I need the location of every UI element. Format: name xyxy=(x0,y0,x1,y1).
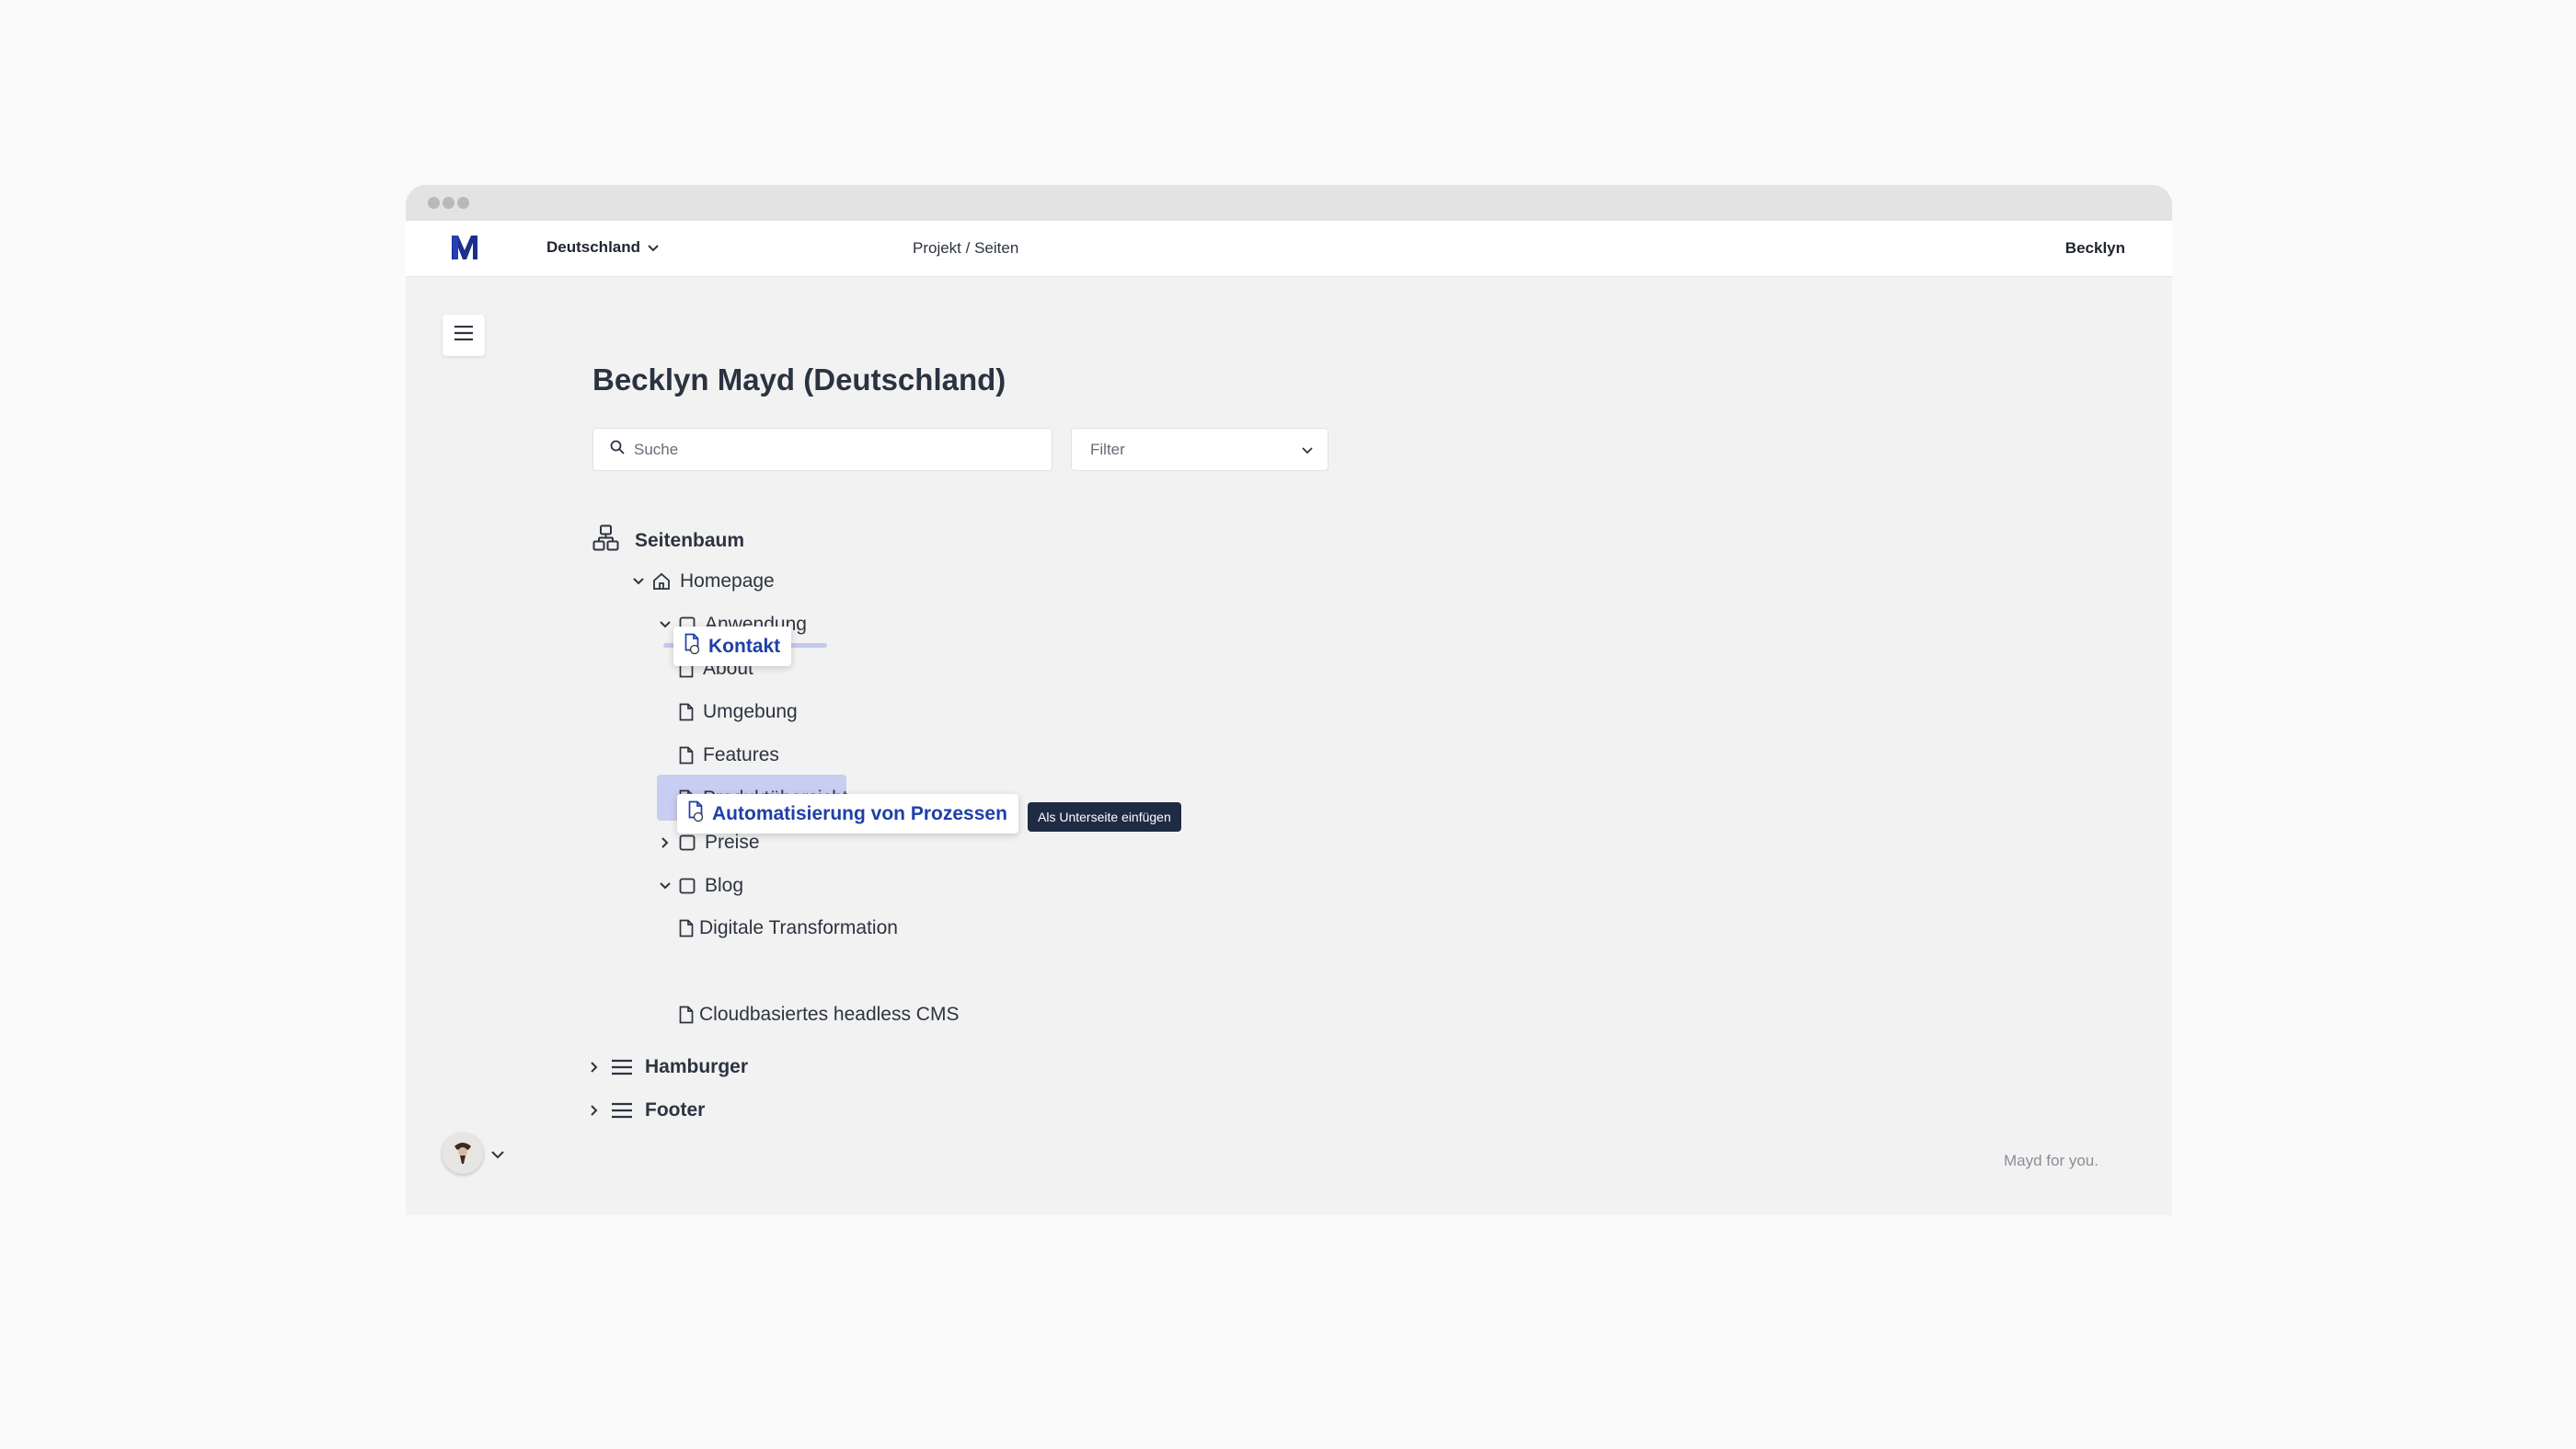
chevron-down-icon[interactable] xyxy=(657,621,673,628)
chevron-down-icon xyxy=(1302,441,1313,459)
chevron-down-icon[interactable] xyxy=(657,882,673,890)
window-titlebar xyxy=(406,185,2172,221)
tree-item-label: Digitale Transformation xyxy=(699,917,898,938)
country-selector[interactable]: Deutschland xyxy=(546,238,659,257)
page-tree-title: Seitenbaum xyxy=(635,529,745,551)
hamburger-icon xyxy=(454,325,473,345)
chevron-right-icon[interactable] xyxy=(657,837,673,848)
menu-toggle-button[interactable] xyxy=(443,315,485,356)
tree-item-label: Umgebung xyxy=(703,701,798,722)
page-drag-icon xyxy=(688,800,707,828)
folder-icon xyxy=(679,878,696,894)
search-input[interactable] xyxy=(632,439,1041,460)
tree-item-cloudbasiertes-cms[interactable]: Cloudbasiertes headless CMS xyxy=(679,1001,959,1029)
sitemap-icon xyxy=(592,524,619,557)
tree-item-label: Homepage xyxy=(680,570,775,592)
dragged-item-kontakt[interactable]: Kontakt xyxy=(673,627,792,666)
breadcrumb[interactable]: Projekt / Seiten xyxy=(913,239,1018,258)
dragged-item-automatisierung[interactable]: Automatisierung von Prozessen xyxy=(677,794,1018,834)
drop-tooltip: Als Unterseite einfügen xyxy=(1028,802,1181,832)
window-dot-icon xyxy=(443,197,454,209)
tree-item-homepage[interactable]: Homepage xyxy=(630,568,775,595)
menu-icon xyxy=(612,1102,632,1119)
tree-section-footer[interactable]: Footer xyxy=(586,1097,705,1124)
tree-item-umgebung[interactable]: Umgebung xyxy=(679,698,798,726)
chevron-down-icon xyxy=(648,238,659,257)
search-icon xyxy=(610,440,625,459)
page-icon xyxy=(679,1006,694,1024)
tree-item-label: Cloudbasiertes headless CMS xyxy=(699,1004,960,1025)
tree-item-label: Blog xyxy=(705,875,744,896)
filter-label: Filter xyxy=(1090,440,1125,458)
folder-icon xyxy=(679,834,696,851)
window-dot-icon xyxy=(428,197,440,209)
window-dot-icon xyxy=(457,197,469,209)
tree-item-label: Features xyxy=(703,744,779,765)
tree-section-hamburger[interactable]: Hamburger xyxy=(586,1053,748,1081)
page-drag-icon xyxy=(684,633,703,661)
page-icon xyxy=(679,919,694,937)
home-icon xyxy=(652,572,671,591)
mayd-logo[interactable] xyxy=(450,232,479,263)
filter-select[interactable]: Filter xyxy=(1071,428,1328,471)
dragged-item-label: Kontakt xyxy=(708,635,781,657)
user-name[interactable]: Becklyn xyxy=(2065,239,2125,258)
tree-section-label: Footer xyxy=(645,1099,706,1121)
tree-item-digitale-transformation[interactable]: Digitale Transformation xyxy=(679,914,898,942)
chevron-down-icon[interactable] xyxy=(491,1147,504,1164)
page-icon xyxy=(679,703,694,721)
chevron-right-icon[interactable] xyxy=(586,1062,603,1073)
tree-item-label: Preise xyxy=(705,832,760,853)
tree-section-label: Hamburger xyxy=(645,1056,749,1077)
avatar[interactable] xyxy=(443,1133,483,1174)
chevron-down-icon[interactable] xyxy=(630,578,647,585)
page-title: Becklyn Mayd (Deutschland) xyxy=(592,362,1006,397)
search-box[interactable] xyxy=(592,428,1052,471)
chevron-right-icon[interactable] xyxy=(586,1105,603,1116)
app-window: Deutschland Projekt / Seiten Becklyn Bec… xyxy=(406,185,2172,1215)
tagline: Mayd for you. xyxy=(2004,1152,2099,1169)
menu-icon xyxy=(612,1059,632,1075)
top-bar: Deutschland Projekt / Seiten Becklyn xyxy=(406,221,2172,277)
page-icon xyxy=(679,746,694,765)
page-tree-heading: Seitenbaum xyxy=(592,524,744,557)
tree-item-blog[interactable]: Blog xyxy=(657,872,743,900)
dragged-item-label: Automatisierung von Prozessen xyxy=(712,802,1007,824)
country-label: Deutschland xyxy=(546,238,641,256)
tree-item-features[interactable]: Features xyxy=(679,742,779,769)
